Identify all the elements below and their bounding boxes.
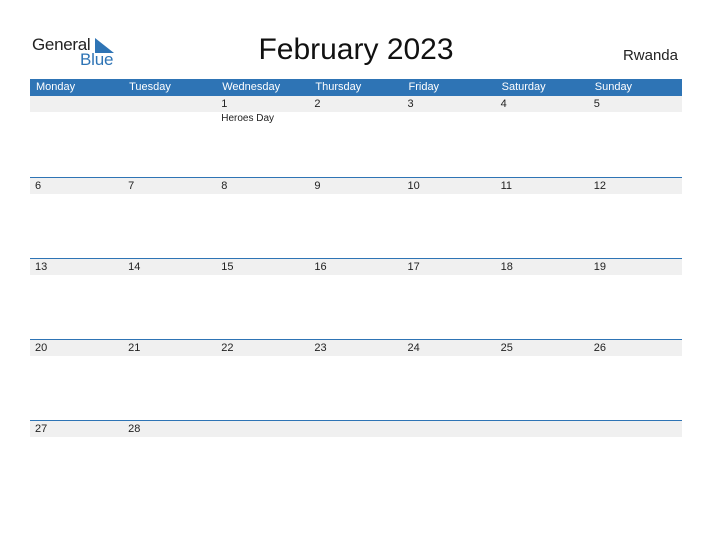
day-number: 5 [593, 98, 600, 110]
day-number: 3 [407, 98, 414, 110]
day-number: 9 [314, 180, 321, 192]
day-number: 10 [407, 180, 420, 192]
day-cell: 2 [309, 96, 402, 112]
page-title: February 2023 [258, 33, 454, 66]
day-cell: 5 [589, 96, 682, 112]
date-strip: 20 21 22 23 24 25 26 [30, 340, 682, 356]
day-cell: 25 [496, 340, 589, 356]
day-number: 8 [221, 180, 228, 192]
weekday-thursday: Thursday [315, 81, 362, 93]
day-number: 24 [407, 342, 420, 354]
day-cell [403, 421, 496, 437]
day-number: 27 [35, 423, 48, 435]
day-number: 28 [128, 423, 141, 435]
week-row: 20 21 22 23 24 25 26 [30, 339, 682, 420]
day-number: 22 [221, 342, 234, 354]
day-cell: 14 [123, 259, 216, 275]
day-cell [123, 96, 216, 112]
day-number: 20 [35, 342, 48, 354]
day-number: 25 [500, 342, 513, 354]
calendar-weeks: 1 Heroes Day 2 3 4 5 6 7 8 9 10 11 12 13 14 15 16 17 18 19 2… [30, 96, 682, 501]
day-cell: 10 [403, 178, 496, 194]
day-cell [216, 421, 309, 437]
day-cell [309, 421, 402, 437]
day-cell: 11 [496, 178, 589, 194]
day-cell: 16 [309, 259, 402, 275]
day-cell: 13 [30, 259, 123, 275]
calendar: Monday Tuesday Wednesday Thursday Friday Satu… [30, 79, 682, 501]
day-cell [589, 421, 682, 437]
weekday-saturday: Saturday [501, 81, 546, 93]
weekday-header: Monday Tuesday Wednesday Thursday Friday Satu… [30, 79, 682, 96]
weekday-wednesday: Wednesday [222, 81, 281, 93]
day-number: 26 [593, 342, 606, 354]
weekday-friday: Friday [408, 81, 440, 93]
day-cell: 26 [589, 340, 682, 356]
day-cell: 28 [123, 421, 216, 437]
day-cell: 18 [496, 259, 589, 275]
day-cell: 3 [403, 96, 496, 112]
day-number: 19 [593, 261, 606, 273]
date-strip: 1 Heroes Day 2 3 4 5 [30, 96, 682, 124]
week-row: 1 Heroes Day 2 3 4 5 [30, 96, 682, 177]
day-cell: 24 [403, 340, 496, 356]
day-cell: 20 [30, 340, 123, 356]
day-number: 1 [221, 98, 228, 110]
day-number: 16 [314, 261, 327, 273]
day-number: 6 [35, 180, 42, 192]
day-number: 11 [500, 180, 513, 192]
day-number: 23 [314, 342, 327, 354]
weekday-sunday: Sunday [594, 81, 633, 93]
day-cell: 21 [123, 340, 216, 356]
day-number: 13 [35, 261, 48, 273]
day-number: 21 [128, 342, 141, 354]
date-strip: 6 7 8 9 10 11 12 [30, 178, 682, 194]
day-number: 14 [128, 261, 141, 273]
week-row: 13 14 15 16 17 18 19 [30, 258, 682, 339]
day-cell: 19 [589, 259, 682, 275]
day-cell: 9 [309, 178, 402, 194]
day-number: 4 [500, 98, 507, 110]
day-number: 18 [500, 261, 513, 273]
day-number: 7 [128, 180, 135, 192]
day-cell: 27 [30, 421, 123, 437]
day-number: 2 [314, 98, 321, 110]
day-number: 12 [593, 180, 606, 192]
day-cell: 7 [123, 178, 216, 194]
day-cell: 22 [216, 340, 309, 356]
day-cell: 8 [216, 178, 309, 194]
week-row: 6 7 8 9 10 11 12 [30, 177, 682, 258]
weekday-tuesday: Tuesday [129, 81, 171, 93]
holiday-label: Heroes Day [221, 113, 275, 124]
day-cell: 4 [496, 96, 589, 112]
day-cell: 6 [30, 178, 123, 194]
day-cell [496, 421, 589, 437]
day-number: 15 [221, 261, 234, 273]
day-number: 17 [407, 261, 420, 273]
weekday-monday: Monday [36, 81, 76, 93]
day-cell: 23 [309, 340, 402, 356]
day-cell: 15 [216, 259, 309, 275]
date-strip: 27 28 [30, 421, 682, 437]
day-cell: 1 Heroes Day [216, 96, 309, 124]
week-row: 27 28 [30, 420, 682, 501]
country-label: Rwanda [622, 47, 678, 64]
day-cell: 12 [589, 178, 682, 194]
day-cell [30, 96, 123, 112]
date-strip: 13 14 15 16 17 18 19 [30, 259, 682, 275]
day-cell: 17 [403, 259, 496, 275]
